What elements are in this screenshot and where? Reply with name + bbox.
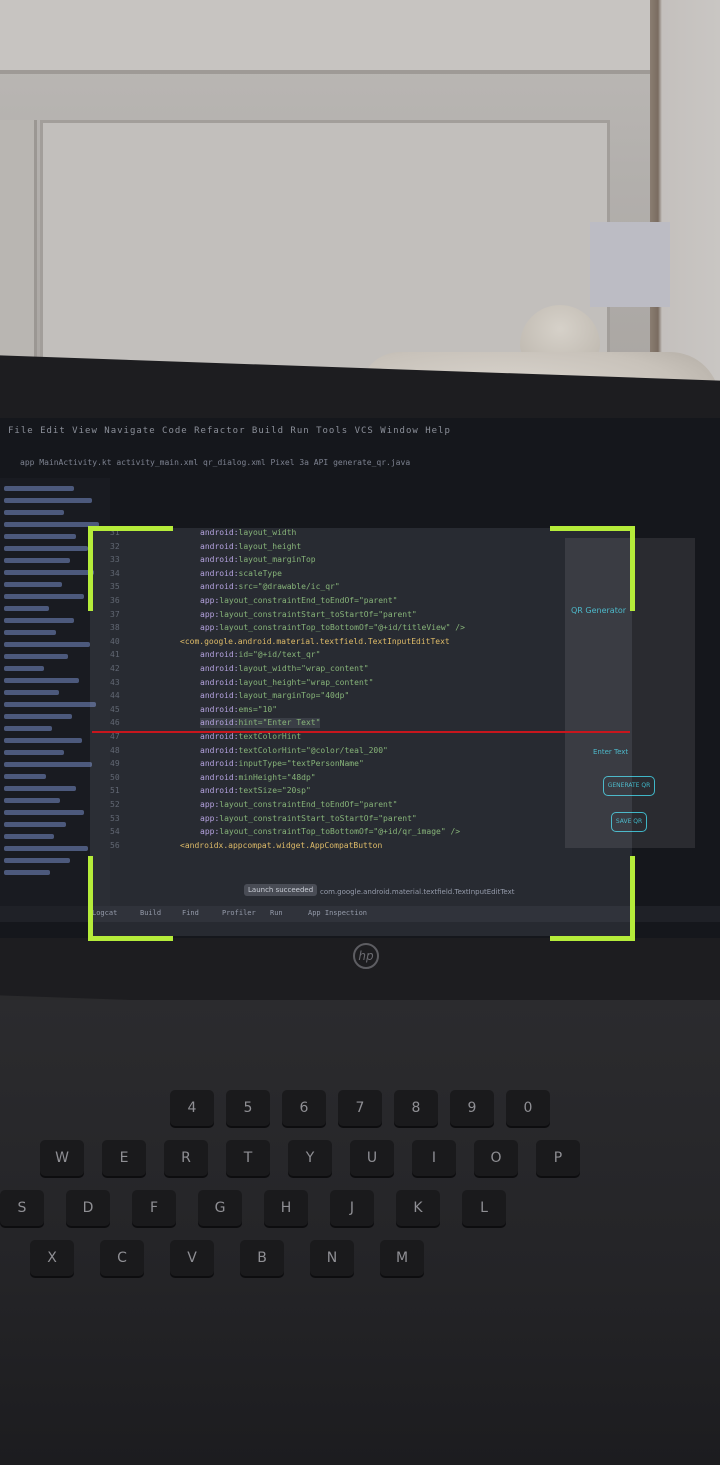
key-p[interactable]: P bbox=[536, 1140, 580, 1176]
key-s[interactable]: S bbox=[0, 1190, 44, 1226]
key-e[interactable]: E bbox=[102, 1140, 146, 1176]
key-t[interactable]: T bbox=[226, 1140, 270, 1176]
key-b[interactable]: B bbox=[240, 1240, 284, 1276]
key-r[interactable]: R bbox=[164, 1140, 208, 1176]
laptop-keyboard: 4567890 WERTYUIOP SDFGHJKL XCVBNM bbox=[0, 1000, 720, 1465]
key-y[interactable]: Y bbox=[288, 1140, 332, 1176]
viewfinder-corner-top-left bbox=[88, 526, 173, 611]
key-d[interactable]: D bbox=[66, 1190, 110, 1226]
hp-logo: hp bbox=[353, 943, 379, 969]
ide-tabs[interactable]: app MainActivity.kt activity_main.xml qr… bbox=[0, 458, 720, 474]
key-u[interactable]: U bbox=[350, 1140, 394, 1176]
viewfinder-corner-bottom-right bbox=[550, 856, 635, 941]
key-9[interactable]: 9 bbox=[450, 1090, 494, 1126]
cabinet-side bbox=[0, 120, 37, 380]
key-4[interactable]: 4 bbox=[170, 1090, 214, 1126]
qr-preview-image bbox=[590, 222, 670, 307]
scan-line bbox=[92, 731, 630, 733]
key-g[interactable]: G bbox=[198, 1190, 242, 1226]
key-i[interactable]: I bbox=[412, 1140, 456, 1176]
key-8[interactable]: 8 bbox=[394, 1090, 438, 1126]
key-f[interactable]: F bbox=[132, 1190, 176, 1226]
key-w[interactable]: W bbox=[40, 1140, 84, 1176]
key-v[interactable]: V bbox=[170, 1240, 214, 1276]
key-o[interactable]: O bbox=[474, 1140, 518, 1176]
viewfinder-corner-bottom-left bbox=[88, 856, 173, 941]
key-l[interactable]: L bbox=[462, 1190, 506, 1226]
key-6[interactable]: 6 bbox=[282, 1090, 326, 1126]
key-0[interactable]: 0 bbox=[506, 1090, 550, 1126]
cabinet-top bbox=[0, 0, 700, 74]
key-x[interactable]: X bbox=[30, 1240, 74, 1276]
key-c[interactable]: C bbox=[100, 1240, 144, 1276]
key-h[interactable]: H bbox=[264, 1190, 308, 1226]
key-k[interactable]: K bbox=[396, 1190, 440, 1226]
key-5[interactable]: 5 bbox=[226, 1090, 270, 1126]
key-m[interactable]: M bbox=[380, 1240, 424, 1276]
key-j[interactable]: J bbox=[330, 1190, 374, 1226]
key-n[interactable]: N bbox=[310, 1240, 354, 1276]
ide-menubar[interactable]: File Edit View Navigate Code Refactor Bu… bbox=[0, 426, 720, 444]
viewfinder-corner-top-right bbox=[550, 526, 635, 611]
key-7[interactable]: 7 bbox=[338, 1090, 382, 1126]
